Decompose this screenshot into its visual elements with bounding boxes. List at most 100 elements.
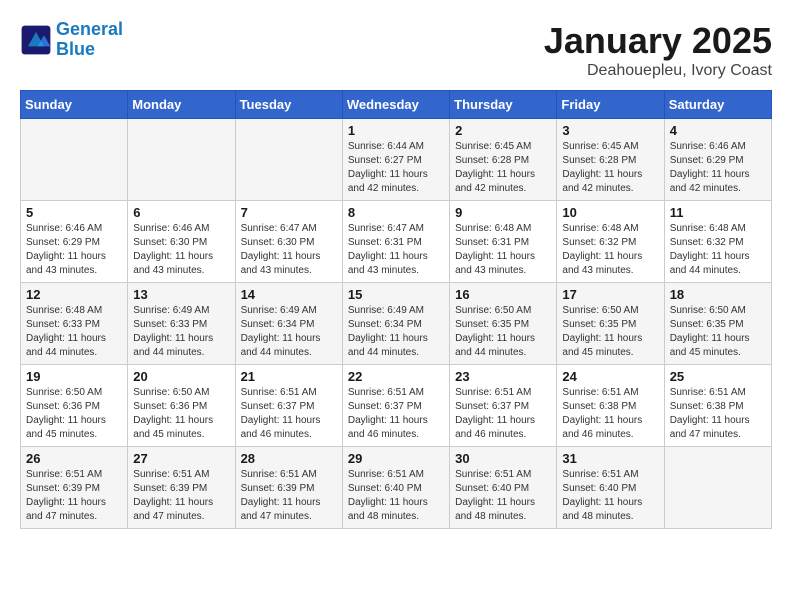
day-cell: 13 Sunrise: 6:49 AMSunset: 6:33 PMDayligh… <box>128 283 235 365</box>
calendar-table: Sunday Monday Tuesday Wednesday Thursday… <box>20 90 772 529</box>
day-number: 13 <box>133 287 229 302</box>
day-cell: 3 Sunrise: 6:45 AMSunset: 6:28 PMDaylight… <box>557 119 664 201</box>
day-number: 1 <box>348 123 444 138</box>
day-number: 12 <box>26 287 122 302</box>
day-cell: 9 Sunrise: 6:48 AMSunset: 6:31 PMDaylight… <box>450 201 557 283</box>
week-row-1: 5 Sunrise: 6:46 AMSunset: 6:29 PMDaylight… <box>21 201 772 283</box>
day-number: 27 <box>133 451 229 466</box>
week-row-3: 19 Sunrise: 6:50 AMSunset: 6:36 PMDayligh… <box>21 365 772 447</box>
day-cell: 19 Sunrise: 6:50 AMSunset: 6:36 PMDayligh… <box>21 365 128 447</box>
day-number: 19 <box>26 369 122 384</box>
page-header: General Blue January 2025 Deahouepleu, I… <box>20 20 772 80</box>
calendar-title: January 2025 <box>544 20 772 62</box>
day-cell: 10 Sunrise: 6:48 AMSunset: 6:32 PMDayligh… <box>557 201 664 283</box>
day-info: Sunrise: 6:46 AMSunset: 6:29 PMDaylight:… <box>670 140 766 196</box>
header-monday: Monday <box>128 91 235 119</box>
day-number: 21 <box>241 369 337 384</box>
day-cell: 4 Sunrise: 6:46 AMSunset: 6:29 PMDaylight… <box>664 119 771 201</box>
title-block: January 2025 Deahouepleu, Ivory Coast <box>544 20 772 80</box>
day-cell: 18 Sunrise: 6:50 AMSunset: 6:35 PMDayligh… <box>664 283 771 365</box>
day-info: Sunrise: 6:48 AMSunset: 6:32 PMDaylight:… <box>562 222 658 278</box>
header-row: Sunday Monday Tuesday Wednesday Thursday… <box>21 91 772 119</box>
day-cell: 8 Sunrise: 6:47 AMSunset: 6:31 PMDaylight… <box>342 201 449 283</box>
day-cell: 2Sunrise: 6:45 AMSunset: 6:28 PMDaylight… <box>450 119 557 201</box>
day-number: 15 <box>348 287 444 302</box>
day-info: Sunrise: 6:50 AMSunset: 6:35 PMDaylight:… <box>670 304 766 360</box>
day-info: Sunrise: 6:49 AMSunset: 6:34 PMDaylight:… <box>348 304 444 360</box>
day-info: Sunrise: 6:51 AMSunset: 6:38 PMDaylight:… <box>562 386 658 442</box>
day-info: Sunrise: 6:44 AMSunset: 6:27 PMDaylight:… <box>348 140 444 196</box>
day-info: Sunrise: 6:51 AMSunset: 6:39 PMDaylight:… <box>133 468 229 524</box>
day-cell: 26 Sunrise: 6:51 AMSunset: 6:39 PMDayligh… <box>21 447 128 529</box>
day-info: Sunrise: 6:51 AMSunset: 6:38 PMDaylight:… <box>670 386 766 442</box>
day-number: 4 <box>670 123 766 138</box>
header-sunday: Sunday <box>21 91 128 119</box>
day-number: 28 <box>241 451 337 466</box>
day-info: Sunrise: 6:49 AMSunset: 6:33 PMDaylight:… <box>133 304 229 360</box>
header-friday: Friday <box>557 91 664 119</box>
day-info: Sunrise: 6:51 AMSunset: 6:40 PMDaylight:… <box>348 468 444 524</box>
day-cell: 12 Sunrise: 6:48 AMSunset: 6:33 PMDayligh… <box>21 283 128 365</box>
day-info: Sunrise: 6:47 AMSunset: 6:30 PMDaylight:… <box>241 222 337 278</box>
header-thursday: Thursday <box>450 91 557 119</box>
day-number: 23 <box>455 369 551 384</box>
day-cell <box>21 119 128 201</box>
day-info: Sunrise: 6:50 AMSunset: 6:36 PMDaylight:… <box>133 386 229 442</box>
day-number: 16 <box>455 287 551 302</box>
day-number: 20 <box>133 369 229 384</box>
day-info: Sunrise: 6:48 AMSunset: 6:33 PMDaylight:… <box>26 304 122 360</box>
day-info: Sunrise: 6:45 AMSunset: 6:28 PMDaylight:… <box>562 140 658 196</box>
day-info: Sunrise: 6:48 AMSunset: 6:32 PMDaylight:… <box>670 222 766 278</box>
day-cell: 17 Sunrise: 6:50 AMSunset: 6:35 PMDayligh… <box>557 283 664 365</box>
header-wednesday: Wednesday <box>342 91 449 119</box>
day-number: 17 <box>562 287 658 302</box>
day-cell: 11Sunrise: 6:48 AMSunset: 6:32 PMDayligh… <box>664 201 771 283</box>
day-number: 3 <box>562 123 658 138</box>
header-tuesday: Tuesday <box>235 91 342 119</box>
day-info: Sunrise: 6:51 AMSunset: 6:40 PMDaylight:… <box>562 468 658 524</box>
calendar-header: Sunday Monday Tuesday Wednesday Thursday… <box>21 91 772 119</box>
day-cell <box>664 447 771 529</box>
day-info: Sunrise: 6:50 AMSunset: 6:36 PMDaylight:… <box>26 386 122 442</box>
day-number: 24 <box>562 369 658 384</box>
day-info: Sunrise: 6:46 AMSunset: 6:29 PMDaylight:… <box>26 222 122 278</box>
day-info: Sunrise: 6:46 AMSunset: 6:30 PMDaylight:… <box>133 222 229 278</box>
day-number: 5 <box>26 205 122 220</box>
day-number: 9 <box>455 205 551 220</box>
day-number: 30 <box>455 451 551 466</box>
day-info: Sunrise: 6:51 AMSunset: 6:37 PMDaylight:… <box>455 386 551 442</box>
day-info: Sunrise: 6:51 AMSunset: 6:39 PMDaylight:… <box>26 468 122 524</box>
day-info: Sunrise: 6:47 AMSunset: 6:31 PMDaylight:… <box>348 222 444 278</box>
day-cell <box>235 119 342 201</box>
day-cell: 27 Sunrise: 6:51 AMSunset: 6:39 PMDayligh… <box>128 447 235 529</box>
week-row-2: 12 Sunrise: 6:48 AMSunset: 6:33 PMDayligh… <box>21 283 772 365</box>
day-number: 31 <box>562 451 658 466</box>
day-number: 22 <box>348 369 444 384</box>
day-cell: 6Sunrise: 6:46 AMSunset: 6:30 PMDaylight… <box>128 201 235 283</box>
day-cell: 23 Sunrise: 6:51 AMSunset: 6:37 PMDayligh… <box>450 365 557 447</box>
day-number: 14 <box>241 287 337 302</box>
day-info: Sunrise: 6:50 AMSunset: 6:35 PMDaylight:… <box>562 304 658 360</box>
day-number: 29 <box>348 451 444 466</box>
day-cell: 28Sunrise: 6:51 AMSunset: 6:39 PMDayligh… <box>235 447 342 529</box>
day-info: Sunrise: 6:48 AMSunset: 6:31 PMDaylight:… <box>455 222 551 278</box>
day-info: Sunrise: 6:51 AMSunset: 6:37 PMDaylight:… <box>241 386 337 442</box>
day-cell: 20 Sunrise: 6:50 AMSunset: 6:36 PMDayligh… <box>128 365 235 447</box>
day-number: 8 <box>348 205 444 220</box>
day-info: Sunrise: 6:45 AMSunset: 6:28 PMDaylight:… <box>455 140 551 196</box>
day-cell: 31 Sunrise: 6:51 AMSunset: 6:40 PMDayligh… <box>557 447 664 529</box>
week-row-0: 1 Sunrise: 6:44 AMSunset: 6:27 PMDaylight… <box>21 119 772 201</box>
logo-line2: Blue <box>56 39 95 59</box>
day-number: 18 <box>670 287 766 302</box>
day-cell: 15 Sunrise: 6:49 AMSunset: 6:34 PMDayligh… <box>342 283 449 365</box>
day-info: Sunrise: 6:49 AMSunset: 6:34 PMDaylight:… <box>241 304 337 360</box>
calendar-body: 1 Sunrise: 6:44 AMSunset: 6:27 PMDaylight… <box>21 119 772 529</box>
header-saturday: Saturday <box>664 91 771 119</box>
day-number: 10 <box>562 205 658 220</box>
day-number: 7 <box>241 205 337 220</box>
day-cell <box>128 119 235 201</box>
day-info: Sunrise: 6:51 AMSunset: 6:40 PMDaylight:… <box>455 468 551 524</box>
day-cell: 1 Sunrise: 6:44 AMSunset: 6:27 PMDaylight… <box>342 119 449 201</box>
day-cell: 22Sunrise: 6:51 AMSunset: 6:37 PMDayligh… <box>342 365 449 447</box>
day-number: 26 <box>26 451 122 466</box>
